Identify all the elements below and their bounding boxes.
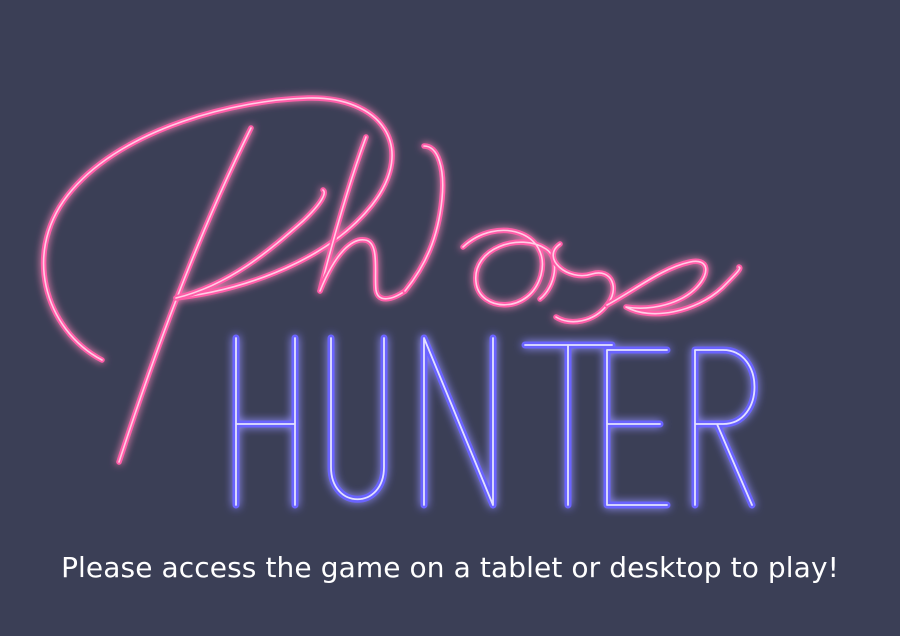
phrase-hunter-logo xyxy=(0,0,900,540)
hunter-block-word xyxy=(232,334,758,509)
device-requirement-message: Please access the game on a tablet or de… xyxy=(61,551,839,584)
game-start-screen: Please access the game on a tablet or de… xyxy=(0,0,900,636)
phrase-script-word xyxy=(40,95,743,465)
neon-logo-svg xyxy=(40,95,758,509)
